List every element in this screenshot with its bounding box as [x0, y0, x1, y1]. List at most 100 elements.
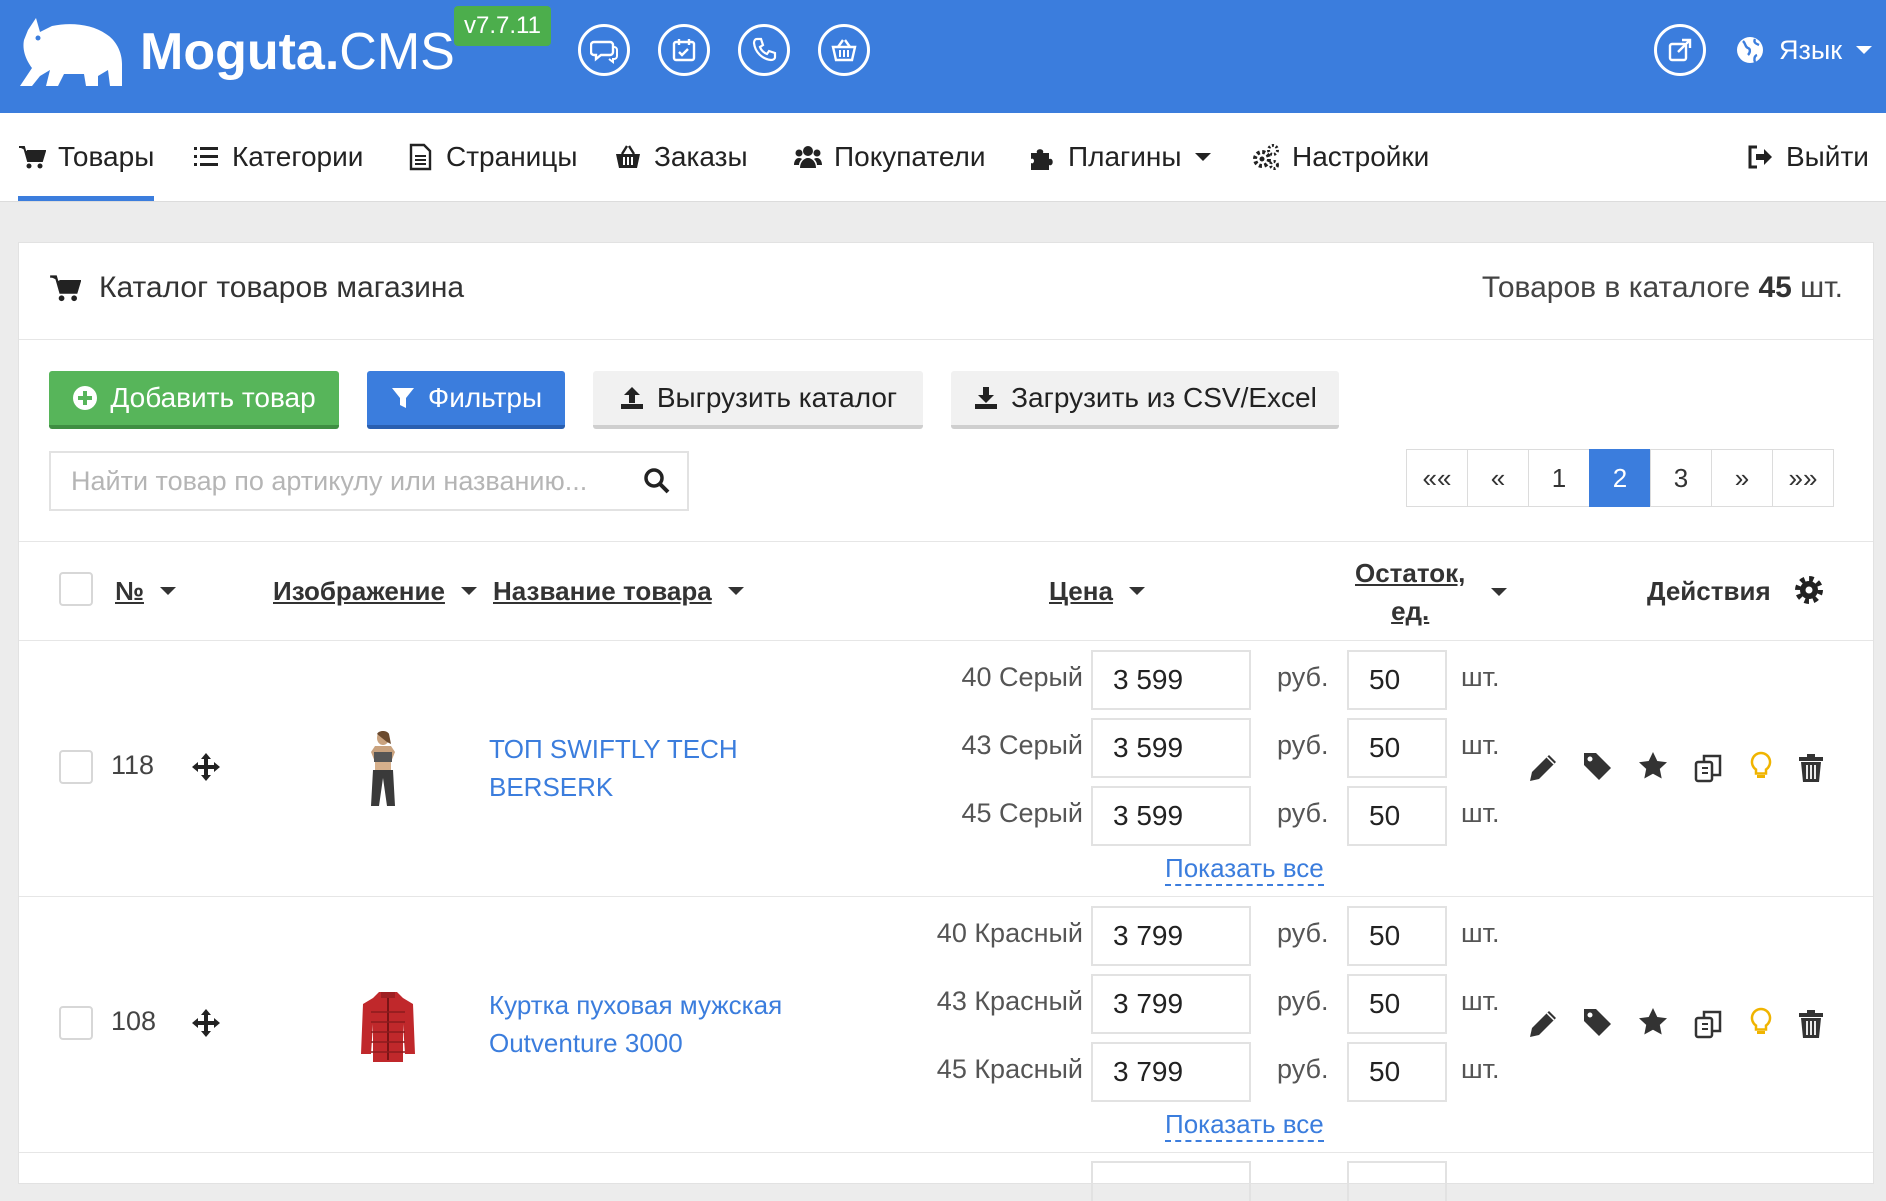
caret-down-icon: [159, 587, 176, 595]
stock-input-partial[interactable]: [1347, 1161, 1447, 1201]
catalog-panel: Каталог товаров магазина Товаров в катал…: [18, 242, 1874, 1201]
export-catalog-label: Выгрузить каталог: [656, 382, 898, 413]
add-product-button[interactable]: Добавить товар: [49, 371, 339, 429]
language-label: Язык: [1779, 34, 1843, 65]
caret-down-icon: [460, 587, 477, 595]
show-all-variants-link[interactable]: Показать все: [1165, 1108, 1324, 1142]
panel-header: Каталог товаров магазина Товаров в катал…: [19, 243, 1873, 340]
filters-button[interactable]: Фильтры: [367, 371, 565, 429]
product-name-link[interactable]: Куртка пуховая мужская Outventure 3000: [489, 986, 809, 1062]
search-box: [49, 451, 689, 511]
show-all-variants-link[interactable]: Показать все: [1165, 852, 1324, 886]
nav-item-orders[interactable]: Заказы: [614, 113, 748, 201]
nav-item-categories[interactable]: Категории: [192, 113, 363, 201]
nav-item-pages[interactable]: Страницы: [406, 113, 577, 201]
price-input[interactable]: [1091, 906, 1251, 966]
page-title-text: Каталог товаров магазина: [99, 271, 465, 304]
toggle-activity-button[interactable]: [1745, 750, 1777, 782]
page-first[interactable]: ««: [1406, 449, 1468, 507]
price-input[interactable]: [1091, 718, 1251, 778]
stock-input[interactable]: [1347, 1042, 1447, 1102]
phone-button[interactable]: [738, 24, 790, 76]
price-input-partial[interactable]: [1091, 1161, 1251, 1201]
edit-button[interactable]: [1527, 1008, 1559, 1040]
page-1[interactable]: 1: [1528, 449, 1590, 507]
copy-button[interactable]: [1693, 752, 1725, 784]
price-input[interactable]: [1091, 974, 1251, 1034]
search-icon[interactable]: [643, 467, 671, 495]
product-name-link[interactable]: ТОП SWIFTLY TECH BERSERK: [489, 730, 809, 806]
star-icon: [1639, 1008, 1667, 1035]
recommend-button[interactable]: [1637, 750, 1669, 782]
chat-button[interactable]: [578, 24, 630, 76]
lightbulb-icon: [1750, 751, 1772, 778]
bear-logo-icon[interactable]: [18, 16, 126, 90]
tag-button[interactable]: [1581, 750, 1613, 782]
logout-icon: [1748, 145, 1772, 169]
gear-icon[interactable]: [1793, 574, 1825, 606]
logout-link[interactable]: Выйти: [1746, 113, 1869, 201]
delete-button[interactable]: [1795, 752, 1827, 784]
unit-label: шт.: [1461, 986, 1500, 1016]
nav-item-plugins[interactable]: Плагины: [1028, 113, 1212, 201]
globe-icon: [1737, 37, 1763, 63]
plus-circle-icon: [73, 386, 98, 410]
tag-icon: [1584, 753, 1611, 780]
row-checkbox[interactable]: [59, 750, 93, 784]
basket-button[interactable]: [818, 24, 870, 76]
variant-label: 40 Красный: [936, 918, 1083, 948]
page-next[interactable]: »: [1711, 449, 1773, 507]
move-icon[interactable]: [191, 752, 221, 782]
delete-button[interactable]: [1795, 1008, 1827, 1040]
star-icon: [1639, 752, 1667, 779]
logout-label: Выйти: [1786, 141, 1869, 172]
tag-button[interactable]: [1581, 1006, 1613, 1038]
external-link-icon: [1668, 38, 1692, 62]
stock-input[interactable]: [1347, 786, 1447, 846]
sort-name[interactable]: Название товара: [493, 572, 744, 610]
language-dropdown[interactable]: Язык: [1735, 30, 1873, 70]
move-icon[interactable]: [191, 1008, 221, 1038]
open-site-button[interactable]: [1654, 24, 1706, 76]
page-3[interactable]: 3: [1650, 449, 1712, 507]
toggle-activity-button[interactable]: [1745, 1006, 1777, 1038]
nav-item-products[interactable]: Товары: [18, 113, 155, 201]
copy-button[interactable]: [1693, 1008, 1725, 1040]
select-all-checkbox[interactable]: [59, 572, 93, 606]
price-input[interactable]: [1091, 786, 1251, 846]
price-input[interactable]: [1091, 1042, 1251, 1102]
product-image-top[interactable]: [353, 730, 413, 810]
row-checkbox[interactable]: [59, 1006, 93, 1040]
header-stock-line1: Остаток,: [1355, 558, 1466, 588]
stock-input[interactable]: [1347, 718, 1447, 778]
brand-bold: Moguta: [140, 23, 325, 81]
price-input[interactable]: [1091, 650, 1251, 710]
sort-image[interactable]: Изображение: [273, 572, 477, 610]
sort-price[interactable]: Цена: [1049, 572, 1145, 610]
edit-button[interactable]: [1527, 752, 1559, 784]
brand-name[interactable]: Moguta.CMS: [140, 20, 455, 84]
search-input[interactable]: [51, 453, 643, 509]
nav-item-settings[interactable]: Настройки: [1252, 113, 1429, 201]
sort-number[interactable]: №: [115, 572, 176, 610]
page-last[interactable]: »»: [1772, 449, 1834, 507]
calendar-button[interactable]: [658, 24, 710, 76]
export-catalog-button[interactable]: Выгрузить каталог: [593, 371, 923, 429]
currency-label: руб.: [1277, 798, 1329, 828]
stock-input[interactable]: [1347, 650, 1447, 710]
product-image-jacket[interactable]: [359, 990, 417, 1062]
version-badge: v7.7.11: [454, 6, 551, 46]
brand-light: CMS: [339, 23, 455, 81]
page-icon: [409, 143, 432, 171]
nav-item-customers[interactable]: Покупатели: [794, 113, 986, 201]
users-icon: [794, 146, 822, 168]
sort-stock[interactable]: Остаток, ед.: [1355, 552, 1508, 632]
recommend-button[interactable]: [1637, 1006, 1669, 1038]
pencil-icon: [1530, 1011, 1556, 1037]
import-csv-button[interactable]: Загрузить из CSV/Excel: [951, 371, 1339, 429]
page-prev[interactable]: «: [1467, 449, 1529, 507]
page-2-current[interactable]: 2: [1589, 449, 1651, 507]
stock-input[interactable]: [1347, 906, 1447, 966]
stock-input[interactable]: [1347, 974, 1447, 1034]
chat-icon: [590, 40, 618, 64]
